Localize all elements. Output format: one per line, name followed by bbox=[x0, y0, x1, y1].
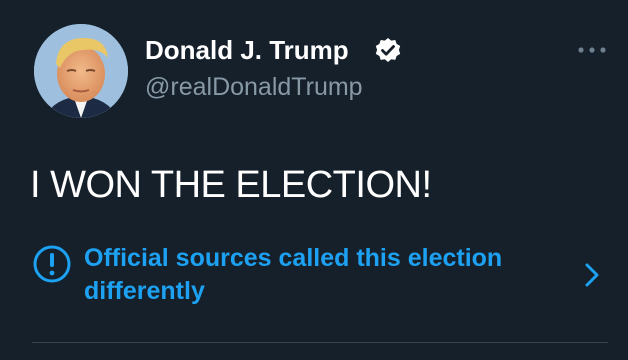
verified-badge-icon bbox=[375, 38, 401, 62]
exclamation-circle-icon bbox=[33, 245, 71, 283]
more-dots-icon[interactable] bbox=[576, 40, 608, 60]
user-handle[interactable]: @realDonaldTrump bbox=[145, 73, 363, 102]
display-name[interactable]: Donald J. Trump bbox=[145, 35, 349, 66]
avatar[interactable] bbox=[34, 24, 128, 118]
election-notice-link[interactable]: Official sources called this election di… bbox=[32, 240, 612, 310]
notice-text[interactable]: Official sources called this election di… bbox=[84, 242, 564, 308]
tweet-text: I WON THE ELECTION! bbox=[30, 164, 432, 206]
divider bbox=[32, 342, 608, 343]
chevron-right-icon[interactable] bbox=[582, 260, 602, 290]
tweet-card: Donald J. Trump @realDonaldTrump I WON T… bbox=[0, 0, 628, 360]
